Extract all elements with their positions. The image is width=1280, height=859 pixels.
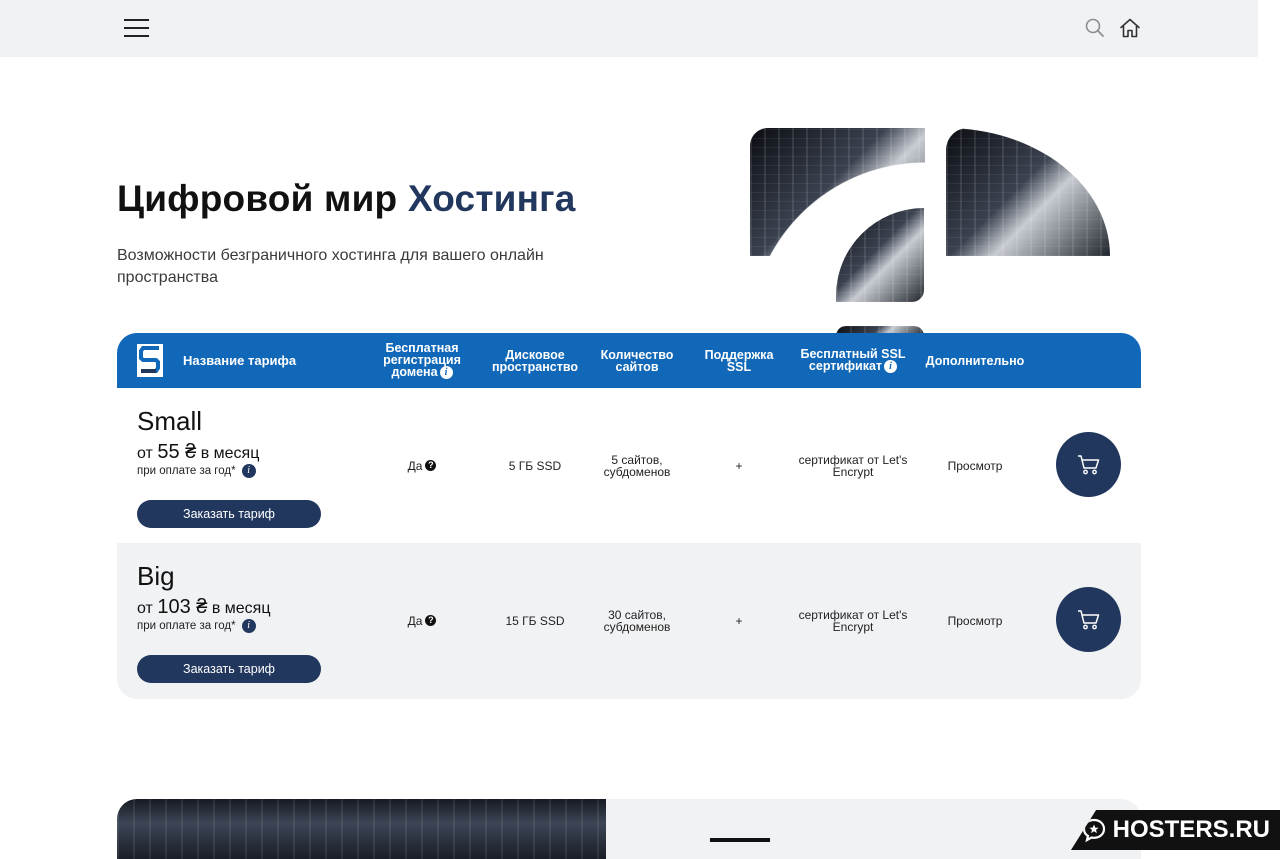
price-suffix: в месяц [196,445,260,462]
hero-title-accent: Хостинга [407,178,576,219]
cart-icon [1077,454,1099,474]
hero-datacenter-image [750,128,1110,334]
order-plan-button[interactable]: Заказать тариф [137,655,321,683]
hero-title-main: Цифровой мир [117,178,408,219]
order-plan-button[interactable]: Заказать тариф [137,500,321,528]
cell-disk: 5 ГБ SSD [508,458,562,473]
cart-icon [1077,609,1099,629]
table-row: Big от 103 ₴ в месяц при оплате за год* i… [117,543,1141,699]
header-disk-space: Дисковое пространство [491,347,579,374]
header-ssl-support: Поддержка SSL [704,347,774,374]
cell-sites: 30 сайтов, субдоменов [603,607,671,634]
plan-note-text: при оплате за год* [137,465,236,477]
table-header: Название тарифа Бесплатная регистрация д… [117,333,1141,388]
hamburger-icon[interactable] [124,18,149,38]
cell-ssl-support: + [735,458,743,473]
watermark-text: HOSTERS.RU [1112,816,1270,843]
cell-ssl-cert: сертификат от Let's Encrypt [798,452,908,479]
plan-price: от 103 ₴ в месяц [137,596,271,619]
cell-ssl-support: + [735,613,743,628]
promo-panel [606,799,1141,859]
info-icon[interactable]: i [241,619,256,633]
header-free-ssl: Бесплатный SSL сертификат i [795,333,911,388]
price-value: 103 ₴ [157,596,208,618]
header-free-domain: Бесплатная регистрация домена i [371,333,473,388]
price-suffix: в месяц [207,600,271,617]
brand-logo-icon [137,344,163,377]
price-prefix: от [137,445,158,462]
cart-button[interactable] [1056,432,1121,497]
cell-disk: 15 ГБ SSD [505,613,565,628]
top-navigation-bar [0,0,1258,57]
cell-domain: Да? [371,543,473,698]
info-icon[interactable]: i [241,464,256,478]
cart-button[interactable] [1056,587,1121,652]
cell-domain-value: Да [407,458,423,473]
plan-price: от 55 ₴ в месяц [137,441,259,464]
price-prefix: от [137,600,158,617]
plan-note: при оплате за год* i [137,619,256,633]
plan-note-text: при оплате за год* [137,620,236,632]
datacenter-banner-image [117,799,606,859]
hero-title: Цифровой мир Хостинга [117,178,576,220]
hosters-watermark: HOSTERS.RU [1071,810,1280,850]
info-icon[interactable]: i [884,360,898,374]
table-row: Small от 55 ₴ в месяц при оплате за год*… [117,388,1141,543]
header-plan-name: Название тарифа [183,352,297,368]
header-sites-count: Количество сайтов [600,347,674,374]
cell-domain: Да? [371,388,473,543]
question-icon[interactable]: ? [425,615,437,626]
pricing-table: Название тарифа Бесплатная регистрация д… [117,333,1141,699]
plan-note: при оплате за год* i [137,464,256,478]
header-extra: Дополнительно [925,353,1025,368]
view-details-link[interactable]: Просмотр [921,543,1029,698]
cell-domain-value: Да [407,613,423,628]
cell-sites: 5 сайтов, субдоменов [603,452,671,479]
price-value: 55 ₴ [157,441,197,463]
view-details-link[interactable]: Просмотр [921,388,1029,543]
plan-name: Small [137,406,203,436]
plan-name: Big [137,561,175,591]
promo-heading-fragment [710,838,770,850]
cell-ssl-cert: сертификат от Let's Encrypt [798,607,908,634]
hero-subtitle: Возможности безграничного хостинга для в… [117,247,544,286]
question-icon[interactable]: ? [425,460,437,471]
search-icon[interactable] [1084,17,1106,39]
info-icon[interactable]: i [439,366,453,380]
home-icon[interactable] [1119,17,1141,39]
